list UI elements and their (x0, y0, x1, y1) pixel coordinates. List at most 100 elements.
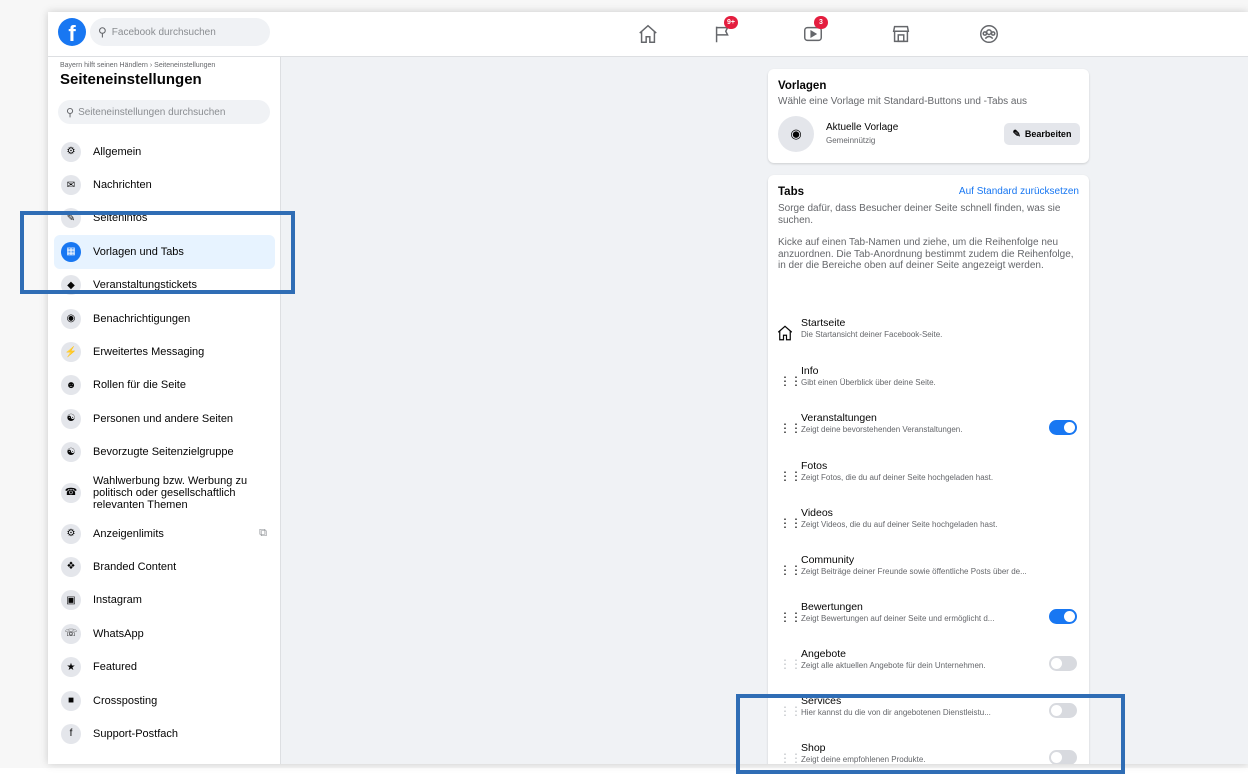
sidebar-item-label: Personen und andere Seiten (93, 412, 234, 425)
tab-name: Shop (801, 742, 826, 754)
facebook-icon: f (61, 723, 81, 744)
sidebar-item-featured[interactable]: ★ Featured (54, 650, 275, 683)
handshake-icon: ❖ (61, 556, 81, 577)
camera-icon: ■ (61, 690, 81, 711)
drag-handle-icon[interactable]: ⋮⋮ (779, 657, 802, 671)
tab-name: Veranstaltungen (801, 412, 877, 424)
ticket-icon: ◆ (61, 275, 81, 296)
sidebar-item-label: Nachrichten (93, 179, 152, 192)
breadcrumb[interactable]: Bayern hilft seinen Händlern › Seitenein… (60, 62, 215, 69)
sidebar-item-nachrichten[interactable]: ✉ Nachrichten (54, 168, 275, 201)
external-link-icon: ⧉ (259, 526, 267, 539)
sidebar-item-anzeigenlimits[interactable]: ⚙ Anzeigenlimits ⧉ (54, 517, 275, 550)
drag-handle-icon[interactable]: ⋮⋮ (779, 374, 802, 388)
sidebar-item-wahlwerbung[interactable]: ☎ Wahlwerbung bzw. Werbung zu politisch o… (54, 469, 275, 517)
tabs-title: Tabs (778, 186, 804, 198)
globe-icon: ◉ (61, 308, 81, 329)
tab-row-startseite[interactable]: Startseite Die Startansicht deiner Faceb… (776, 315, 1081, 355)
tab-row-fotos[interactable]: ⋮⋮ Fotos Zeigt Fotos, die du auf deiner … (776, 458, 1081, 498)
people-icon: ☯ (61, 408, 81, 429)
grid-icon: ▦ (61, 241, 81, 262)
home-icon (776, 324, 794, 347)
sidebar-item-allgemein[interactable]: ⚙ Allgemein (54, 135, 275, 168)
sidebar-item-label: Allgemein (93, 145, 142, 158)
facebook-logo-icon[interactable]: f (58, 18, 86, 46)
sidebar-item-label: Veranstaltungstickets (93, 279, 197, 292)
tabs-description-1: Sorge dafür, dass Besucher deiner Seite … (778, 203, 1061, 226)
tab-row-services[interactable]: ⋮⋮ Services Hier kannst du die von dir a… (776, 693, 1081, 733)
tabs-card: Tabs Auf Standard zurücksetzen Sorge daf… (768, 175, 1089, 764)
sidebar-item-label: Rollen für die Seite (93, 379, 186, 392)
tab-toggle-on[interactable] (1049, 420, 1077, 435)
tab-row-bewertungen[interactable]: ⋮⋮ Bewertungen Zeigt Bewertungen auf dei… (776, 599, 1081, 639)
home-icon[interactable] (633, 20, 663, 48)
settings-search-input[interactable]: ⚲ Seiteneinstellungen durchsuchen (58, 100, 270, 124)
sidebar-item-rollen[interactable]: ☻ Rollen für die Seite (54, 369, 275, 402)
tab-toggle-on[interactable] (1049, 609, 1077, 624)
tab-toggle-off[interactable] (1049, 656, 1077, 671)
marketplace-icon[interactable] (886, 20, 916, 48)
sidebar-item-benachrichtigungen[interactable]: ◉ Benachrichtigungen (54, 302, 275, 335)
drag-handle-icon[interactable]: ⋮⋮ (779, 516, 802, 530)
sidebar-item-crossposting[interactable]: ■ Crossposting (54, 684, 275, 717)
tab-description: Die Startansicht deiner Facebook-Seite. (801, 330, 943, 339)
tab-name: Videos (801, 507, 833, 519)
sidebar-item-label: Branded Content (93, 560, 177, 573)
tab-toggle-off[interactable] (1049, 750, 1077, 764)
sidebar-item-label: Bevorzugte Seitenzielgruppe (93, 446, 234, 459)
tab-row-videos[interactable]: ⋮⋮ Videos Zeigt Videos, die du auf deine… (776, 505, 1081, 545)
drag-handle-icon[interactable]: ⋮⋮ (779, 751, 802, 764)
sidebar-item-branded-content[interactable]: ❖ Branded Content (54, 550, 275, 583)
tab-description: Gibt einen Überblick über deine Seite. (801, 378, 936, 387)
tab-description: Zeigt deine empfohlenen Produkte. (801, 755, 926, 764)
page-title: Seiteneinstellungen (60, 71, 202, 88)
tab-toggle-off[interactable] (1049, 703, 1077, 718)
drag-handle-icon[interactable]: ⋮⋮ (779, 610, 802, 624)
sidebar-item-label: Support-Postfach (93, 727, 178, 740)
template-icon: ◉ (778, 116, 814, 152)
sidebar-item-erweitertes-messaging[interactable]: ⚡ Erweitertes Messaging (54, 335, 275, 368)
instagram-icon: ▣ (61, 590, 81, 611)
sidebar-item-personen[interactable]: ☯ Personen und andere Seiten (54, 402, 275, 435)
tab-row-community[interactable]: ⋮⋮ Community Zeigt Beiträge deiner Freun… (776, 552, 1081, 592)
tab-name: Fotos (801, 460, 828, 472)
sidebar-item-vorlagen-und-tabs[interactable]: ▦ Vorlagen und Tabs (54, 235, 275, 269)
sidebar-item-veranstaltungstickets[interactable]: ◆ Veranstaltungstickets (54, 269, 275, 302)
sidebar-item-support-postfach[interactable]: f Support-Postfach (54, 717, 275, 750)
sidebar-item-zielgruppe[interactable]: ☯ Bevorzugte Seitenzielgruppe (54, 436, 275, 469)
tab-row-angebote[interactable]: ⋮⋮ Angebote Zeigt alle aktuellen Angebot… (776, 646, 1081, 686)
sidebar-item-label: Benachrichtigungen (93, 312, 191, 325)
settings-search-placeholder: Seiteneinstellungen durchsuchen (78, 106, 226, 118)
drag-handle-icon[interactable]: ⋮⋮ (779, 704, 802, 718)
drag-handle-icon[interactable]: ⋮⋮ (779, 469, 802, 483)
pencil-icon: ✎ (1012, 128, 1021, 140)
tab-row-info[interactable]: ⋮⋮ Info Gibt einen Überblick über deine … (776, 363, 1081, 403)
sidebar-item-label: WhatsApp (93, 627, 144, 640)
gear-icon: ⚙ (61, 141, 81, 162)
sidebar-item-seiteninfos[interactable]: ✎ Seiteninfos (54, 202, 275, 235)
facebook-search-input[interactable]: ⚲ Facebook durchsuchen (90, 18, 270, 46)
star-icon: ★ (61, 657, 81, 678)
sidebar-item-instagram[interactable]: ▣ Instagram (54, 584, 275, 617)
search-icon: ⚲ (66, 106, 75, 119)
groups-icon[interactable] (974, 20, 1004, 48)
gear-icon: ⚙ (61, 523, 81, 544)
sidebar-item-whatsapp[interactable]: ☏ WhatsApp (54, 617, 275, 650)
tab-row-veranstaltungen[interactable]: ⋮⋮ Veranstaltungen Zeigt deine bevorsteh… (776, 410, 1081, 450)
reset-to-default-link[interactable]: Auf Standard zurücksetzen (959, 186, 1079, 197)
sidebar-item-label: Wahlwerbung bzw. Werbung zu politisch od… (93, 474, 248, 511)
edit-template-button[interactable]: ✎ Bearbeiten (1004, 123, 1080, 145)
tab-description: Zeigt Beiträge deiner Freunde sowie öffe… (801, 567, 1027, 576)
browser-window: f ⚲ Facebook durchsuchen 9+ 3 Bayern hil… (48, 12, 1248, 764)
flag-icon[interactable]: 9+ (708, 16, 738, 48)
sidebar-item-label: Featured (93, 661, 138, 674)
drag-handle-icon[interactable]: ⋮⋮ (779, 421, 802, 435)
video-icon[interactable]: 3 (798, 16, 828, 48)
drag-handle-icon[interactable]: ⋮⋮ (779, 563, 802, 577)
megaphone-icon: ☎ (61, 482, 81, 503)
pencil-icon: ✎ (61, 208, 81, 229)
tab-description: Zeigt deine bevorstehenden Veranstaltung… (801, 425, 963, 434)
tab-description: Zeigt alle aktuellen Angebote für dein U… (801, 661, 986, 670)
tab-row-shop[interactable]: ⋮⋮ Shop Zeigt deine empfohlenen Produkte… (776, 740, 1081, 764)
search-placeholder: Facebook durchsuchen (111, 26, 216, 38)
